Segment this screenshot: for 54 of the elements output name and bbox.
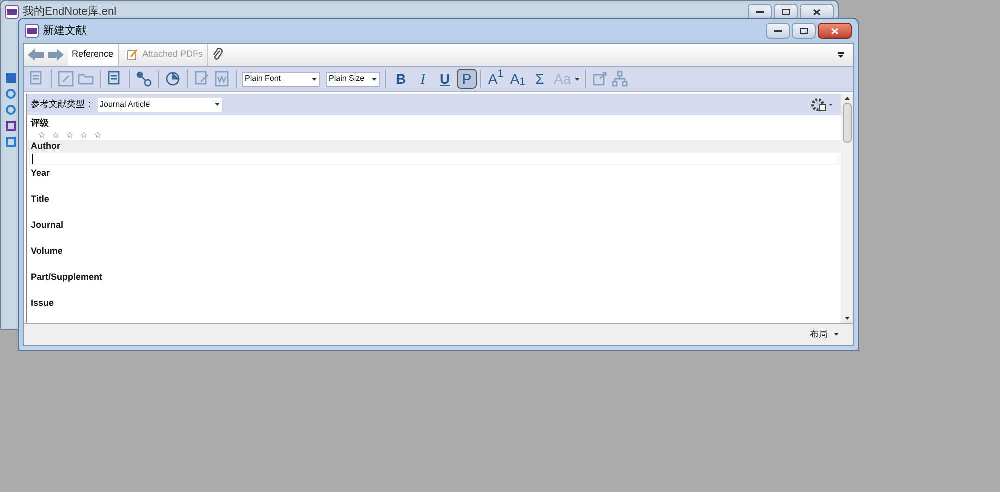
window-title: 我的EndNote库.enl — [23, 4, 117, 20]
caret-icon[interactable] — [834, 333, 839, 336]
field-label: Issue — [30, 296, 56, 309]
format-button[interactable]: I — [413, 69, 433, 89]
size-select[interactable]: Plain Size — [326, 72, 380, 86]
field-label: 评级 — [31, 117, 50, 130]
tab[interactable]: Reference — [68, 44, 119, 66]
star-icon[interactable] — [67, 132, 73, 138]
scrollbar[interactable] — [841, 94, 853, 323]
text-field[interactable] — [29, 152, 839, 166]
star-icon[interactable] — [95, 132, 101, 138]
paperclip-icon[interactable] — [212, 48, 224, 62]
star-icon[interactable] — [53, 132, 59, 138]
gear-icon[interactable] — [811, 98, 833, 112]
app-icon — [25, 24, 39, 38]
star-icon[interactable] — [39, 132, 45, 138]
caret-icon[interactable] — [844, 317, 850, 320]
pie-chart-icon[interactable] — [164, 70, 182, 88]
close-icon — [831, 28, 839, 34]
caret-icon[interactable] — [575, 78, 580, 80]
caret-icon[interactable] — [312, 78, 317, 80]
dropdown-icon[interactable] — [837, 51, 845, 59]
caret-icon[interactable] — [372, 78, 377, 80]
connection-icon[interactable] — [135, 70, 153, 88]
format-button[interactable]: A$_{1}$ — [508, 69, 528, 89]
pdf-edit-icon — [126, 49, 139, 61]
format-button[interactable]: U — [435, 69, 455, 89]
forward-arrow-icon[interactable] — [48, 49, 64, 61]
field-label: Year — [30, 166, 52, 179]
field-label: Volume — [30, 244, 64, 257]
minimize-button[interactable] — [766, 23, 790, 39]
window-title: 新建文献 — [43, 24, 87, 39]
star-icon[interactable] — [81, 132, 87, 138]
format-button[interactable]: Σ — [530, 69, 550, 89]
field-label: Author — [27, 140, 841, 152]
field-label: Journal — [30, 218, 65, 231]
font-select[interactable]: Plain Font — [242, 72, 320, 86]
layout-button[interactable]: 布局 — [810, 328, 839, 342]
field-label: Title — [30, 192, 50, 205]
reference-type-label: 参考文献类型： — [31, 98, 94, 111]
caret-icon[interactable] — [215, 103, 220, 106]
close-button[interactable] — [818, 23, 852, 39]
close-icon — [813, 8, 821, 16]
app-icon — [5, 5, 19, 19]
caret-icon[interactable] — [844, 97, 850, 100]
maximize-button[interactable] — [792, 23, 816, 39]
format-button[interactable]: P — [457, 69, 477, 89]
scrollbar-thumb[interactable] — [842, 103, 852, 143]
reference-type-select[interactable]: Journal Article — [98, 98, 222, 112]
format-button[interactable]: B — [391, 69, 411, 89]
layout-label: 布局 — [810, 328, 828, 341]
field-label: Part/Supplement — [30, 270, 104, 283]
format-button[interactable]: A$^{1}$ — [486, 69, 506, 89]
back-arrow-icon[interactable] — [28, 49, 44, 61]
